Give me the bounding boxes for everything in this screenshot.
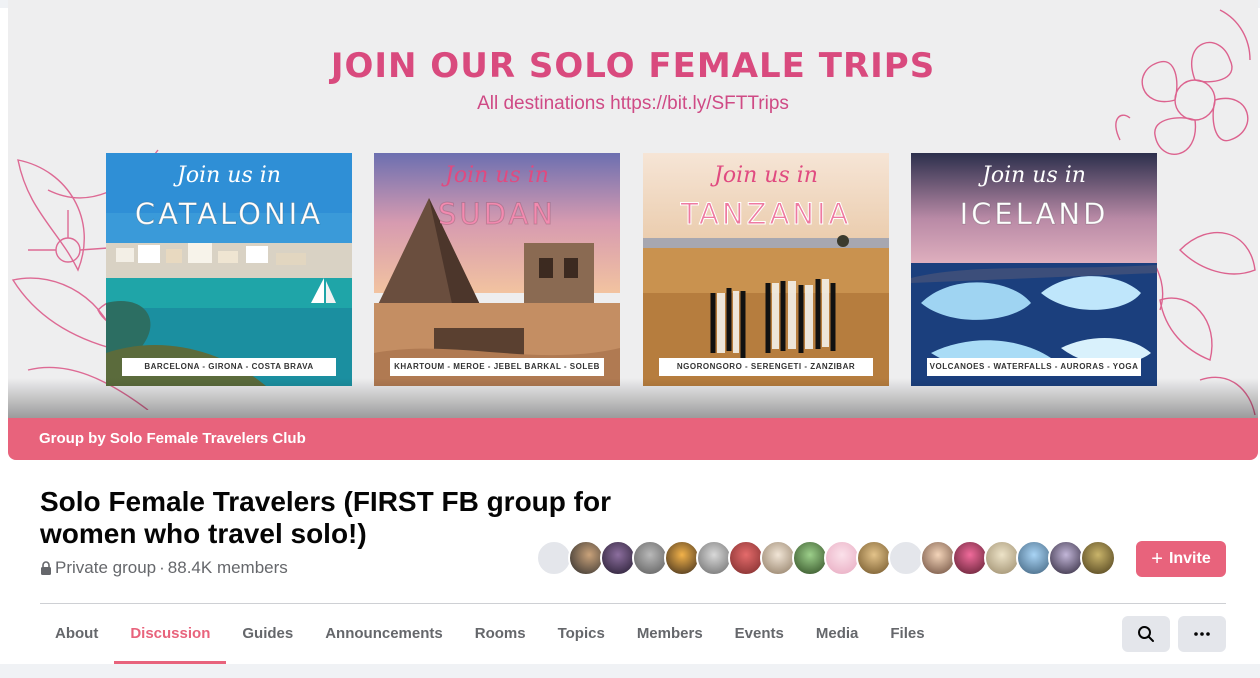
trip-card-iceland: Join us in ICELAND VOLCANOES - WATERFALL… [911,153,1157,386]
group-tabs: About Discussion Guides Announcements Ro… [39,604,941,664]
tab-topics[interactable]: Topics [542,604,621,664]
cover-photo[interactable]: JOIN OUR SOLO FEMALE TRIPS All destinati… [8,0,1258,460]
trip-card-catalonia: Join us in CATALONIA BARCELONA - GIRONA … [106,153,352,386]
cover-headline: JOIN OUR SOLO FEMALE TRIPS [330,46,936,86]
card-places: VOLCANOES - WATERFALLS - AURORAS - YOGA [927,358,1141,376]
avatar[interactable] [824,540,860,576]
more-options-button[interactable] [1178,616,1226,652]
tab-about[interactable]: About [39,604,114,664]
card-join-text: Join us in [177,163,281,188]
privacy-label[interactable]: Private group [55,558,156,578]
member-avatars[interactable] [536,540,1120,576]
feed-background [0,664,1260,678]
card-join-text: Join us in [982,163,1086,188]
avatar[interactable] [1080,540,1116,576]
card-destination: CATALONIA [134,197,324,232]
tab-events[interactable]: Events [719,604,800,664]
group-meta: Private group · 88.4K members [40,558,288,578]
trip-card-sudan: Join us in SUDAN KHARTOUM - MEROE - JEBE… [374,153,620,386]
avatar[interactable] [696,540,732,576]
avatar[interactable] [728,540,764,576]
meta-separator: · [159,558,165,577]
invite-button[interactable]: + Invite [1136,541,1226,577]
card-destination: TANZANIA [680,197,852,232]
avatar[interactable] [632,540,668,576]
tab-discussion[interactable]: Discussion [114,604,227,664]
invite-label: Invite [1168,550,1211,567]
tab-files[interactable]: Files [874,604,940,664]
card-destination: SUDAN [438,197,556,232]
tab-guides[interactable]: Guides [226,604,309,664]
tab-rooms[interactable]: Rooms [459,604,542,664]
avatar[interactable] [600,540,636,576]
card-places: BARCELONA - GIRONA - COSTA BRAVA [122,358,336,376]
avatar[interactable] [888,540,924,576]
avatar[interactable] [568,540,604,576]
card-destination: ICELAND [959,197,1109,232]
avatar[interactable] [536,540,572,576]
avatar[interactable] [664,540,700,576]
lock-icon [41,561,51,575]
avatar[interactable] [1048,540,1084,576]
card-places: NGORONGORO - SERENGETI - ZANZIBAR [659,358,873,376]
avatar[interactable] [952,540,988,576]
avatar[interactable] [984,540,1020,576]
member-count[interactable]: 88.4K members [168,558,288,578]
plus-icon: + [1151,548,1163,570]
avatar[interactable] [760,540,796,576]
cover-link-text: All destinations https://bit.ly/SFTTrips [477,93,789,114]
tab-members[interactable]: Members [621,604,719,664]
card-join-text: Join us in [445,163,549,188]
avatar[interactable] [856,540,892,576]
cover-shadow [8,378,1258,418]
card-join-text: Join us in [714,163,818,188]
more-options-icon [1194,632,1210,636]
avatar[interactable] [1016,540,1052,576]
search-button[interactable] [1122,616,1170,652]
tab-announcements[interactable]: Announcements [309,604,459,664]
card-places: KHARTOUM - MEROE - JEBEL BARKAL - SOLEB [390,358,604,376]
search-icon [1138,626,1154,642]
tab-media[interactable]: Media [800,604,875,664]
avatar[interactable] [792,540,828,576]
group-owner-bar[interactable]: Group by Solo Female Travelers Club [8,418,1258,460]
avatar[interactable] [920,540,956,576]
trip-card-tanzania: Join us in TANZANIA NGORONGORO - SERENGE… [643,153,889,386]
